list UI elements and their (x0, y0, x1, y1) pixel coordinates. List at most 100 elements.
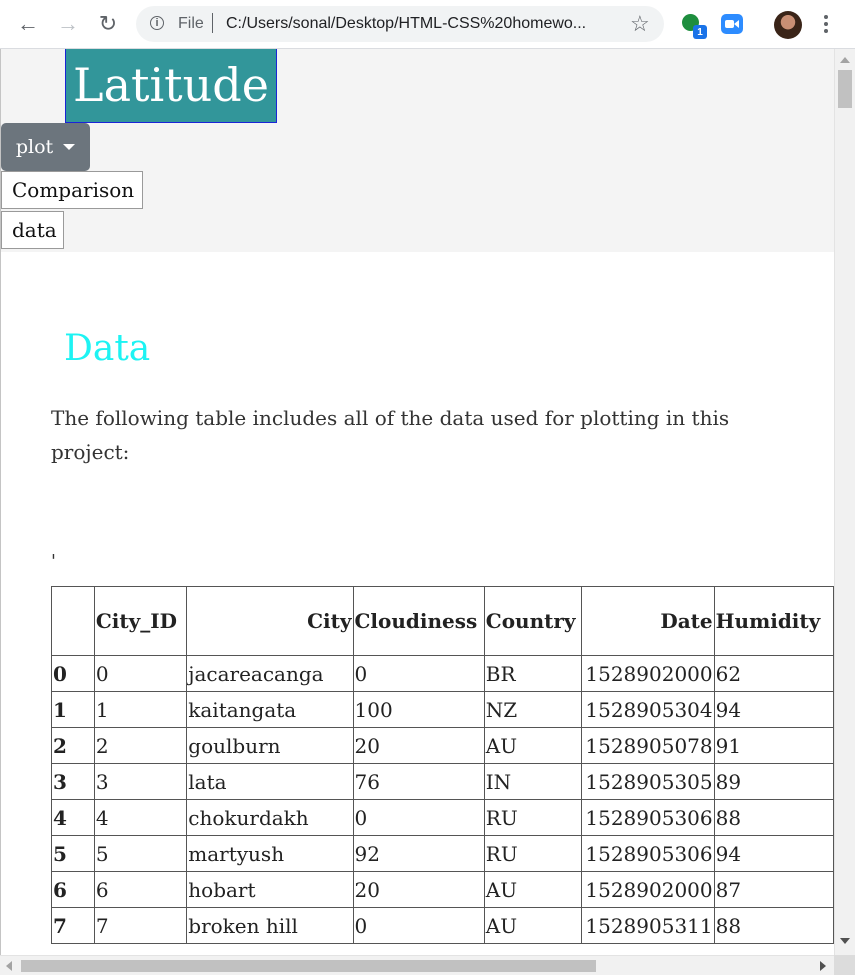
cell-country: NZ (483, 691, 583, 728)
cell-city: hobart (186, 871, 354, 908)
cell-city-id: 0 (93, 655, 188, 692)
scrollbar-corner (834, 955, 855, 975)
scroll-down-arrow-icon[interactable] (840, 938, 850, 944)
row-index: 1 (51, 691, 95, 728)
data-table: City_ID City Cloudiness Country Date Hum… (51, 586, 834, 944)
cell-city-id: 3 (93, 763, 188, 800)
url-text[interactable]: C:/Users/sonal/Desktop/HTML-CSS%20homewo… (226, 15, 616, 33)
row-index: 6 (51, 871, 95, 908)
cell-country: RU (483, 799, 583, 836)
cell-city: jacareacanga (186, 655, 354, 692)
table-row: 7 7 broken hill 0 AU 1528905311 88 (51, 907, 834, 944)
table-row: 5 5 martyush 92 RU 1528905306 94 (51, 835, 834, 872)
cell-date: 1528905078 (581, 727, 715, 764)
row-index: 0 (51, 655, 95, 692)
plot-dropdown-button[interactable]: plot (1, 123, 90, 171)
header-city-id: City_ID (93, 586, 188, 656)
cell-city-id: 6 (93, 871, 188, 908)
table-row: 4 4 chokurdakh 0 RU 1528905306 88 (51, 799, 834, 836)
cell-cloudiness: 20 (352, 727, 485, 764)
table-header-row: City_ID City Cloudiness Country Date Hum… (51, 586, 834, 656)
cell-humidity: 94 (713, 835, 834, 872)
table-row: 2 2 goulburn 20 AU 1528905078 91 (51, 727, 834, 764)
cell-humidity: 94 (713, 691, 834, 728)
page-header: Latitude plot Comparison data (1, 49, 834, 252)
cell-cloudiness: 0 (352, 655, 485, 692)
plot-dropdown-label: plot (15, 136, 54, 158)
table-row: 1 1 kaitangata 100 NZ 1528905304 94 (51, 691, 834, 728)
header-index (51, 586, 95, 656)
cell-date: 1528905311 (581, 907, 715, 944)
cell-country: AU (483, 871, 583, 908)
cell-city-id: 2 (93, 727, 188, 764)
nav-data-link[interactable]: data (1, 211, 64, 249)
cell-country: BR (483, 655, 583, 692)
cell-country: RU (483, 835, 583, 872)
cell-city: lata (186, 763, 354, 800)
cell-country: IN (483, 763, 583, 800)
info-icon[interactable]: i (150, 16, 164, 30)
vertical-scrollbar[interactable] (834, 49, 855, 955)
cell-cloudiness: 0 (352, 907, 485, 944)
header-humidity: Humidity (713, 586, 834, 656)
forward-arrow-icon[interactable]: → (54, 10, 82, 38)
caret-down-icon (63, 144, 76, 150)
horizontal-scrollbar[interactable] (0, 955, 834, 975)
address-bar[interactable]: i File C:/Users/sonal/Desktop/HTML-CSS%2… (136, 6, 664, 42)
cell-cloudiness: 20 (352, 871, 485, 908)
header-cloudiness: Cloudiness (352, 586, 485, 656)
cell-date: 1528905306 (581, 799, 715, 836)
scroll-up-arrow-icon[interactable] (840, 57, 850, 63)
profile-avatar[interactable] (774, 11, 802, 39)
row-index: 7 (51, 907, 95, 944)
cell-date: 1528902000 (581, 655, 715, 692)
cell-city-id: 1 (93, 691, 188, 728)
scroll-left-arrow-icon[interactable] (6, 961, 12, 971)
cell-city: martyush (186, 835, 354, 872)
kebab-menu-icon[interactable] (816, 11, 836, 37)
cell-city-id: 5 (93, 835, 188, 872)
cell-humidity: 87 (713, 871, 834, 908)
stray-character: ' (51, 551, 56, 572)
vertical-scroll-thumb[interactable] (838, 70, 852, 108)
video-camera-icon[interactable] (721, 14, 743, 34)
table-row: 3 3 lata 76 IN 1528905305 89 (51, 763, 834, 800)
bookmark-star-icon[interactable]: ☆ (630, 11, 650, 37)
scroll-right-arrow-icon[interactable] (820, 961, 826, 971)
table-row: 6 6 hobart 20 AU 1528902000 87 (51, 871, 834, 908)
cell-date: 1528905305 (581, 763, 715, 800)
header-date: Date (581, 586, 715, 656)
header-city: City (186, 586, 354, 656)
cell-cloudiness: 100 (352, 691, 485, 728)
cell-city: goulburn (186, 727, 354, 764)
cell-date: 1528905306 (581, 835, 715, 872)
row-index: 3 (51, 763, 95, 800)
reload-icon[interactable]: ↻ (94, 10, 122, 38)
horizontal-scroll-thumb[interactable] (21, 960, 596, 972)
nav-comparison-link[interactable]: Comparison (1, 171, 143, 209)
cell-humidity: 88 (713, 907, 834, 944)
browser-toolbar: ← → ↻ i File C:/Users/sonal/Desktop/HTML… (0, 0, 855, 49)
url-separator (212, 13, 213, 33)
cell-city: broken hill (186, 907, 354, 944)
cell-date: 1528902000 (581, 871, 715, 908)
extension-icon[interactable]: 1 (682, 14, 707, 39)
cell-city: chokurdakh (186, 799, 354, 836)
intro-paragraph: The following table includes all of the … (51, 406, 730, 464)
cell-country: AU (483, 727, 583, 764)
row-index: 2 (51, 727, 95, 764)
cell-humidity: 91 (713, 727, 834, 764)
brand-logo[interactable]: Latitude (65, 49, 277, 123)
extension-badge: 1 (693, 25, 707, 39)
table-row: 0 0 jacareacanga 0 BR 1528902000 62 (51, 655, 834, 692)
cell-city-id: 7 (93, 907, 188, 944)
cell-city-id: 4 (93, 799, 188, 836)
cell-cloudiness: 0 (352, 799, 485, 836)
back-arrow-icon[interactable]: ← (14, 10, 42, 38)
cell-humidity: 88 (713, 799, 834, 836)
page-viewport: Latitude plot Comparison data Data The f… (0, 49, 834, 955)
cell-date: 1528905304 (581, 691, 715, 728)
row-index: 4 (51, 799, 95, 836)
cell-cloudiness: 76 (352, 763, 485, 800)
section-title: Data (64, 328, 151, 369)
